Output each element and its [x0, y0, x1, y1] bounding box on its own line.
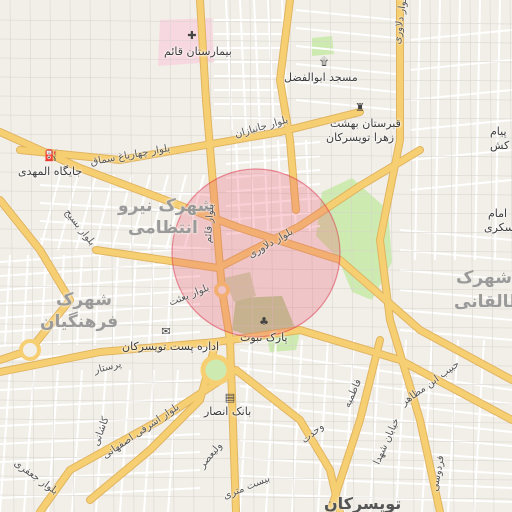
poi-label-post-office[interactable]: اداره پست تویسرکان	[122, 341, 219, 352]
poi-label-cemetery-2[interactable]: زهرا تویسرکان	[326, 132, 394, 143]
poi-label-hospital[interactable]: بیمارستان قائم	[164, 46, 232, 57]
park-tree-icon[interactable]: ♣	[258, 316, 270, 328]
street	[429, 0, 435, 512]
poi-label-bank[interactable]: بانک انصار	[204, 406, 251, 417]
district-label-entezami: انتظامی	[128, 218, 198, 238]
street	[0, 76, 512, 82]
street	[409, 29, 512, 41]
cemetery-icon[interactable]: ♜	[354, 102, 366, 114]
street	[23, 369, 35, 512]
district-label-taleghani: طالقانی	[454, 292, 512, 312]
poi-label-payam-2[interactable]: کش	[490, 140, 509, 151]
street	[0, 361, 512, 367]
street	[0, 369, 11, 512]
street	[130, 254, 137, 346]
poi-label-payam[interactable]: پیام	[490, 126, 507, 137]
street	[295, 9, 397, 21]
street	[49, 0, 55, 512]
street	[434, 0, 441, 261]
street	[295, 45, 397, 57]
street	[0, 379, 201, 391]
post-office-icon[interactable]: ✉	[160, 326, 172, 338]
fuel-station-icon[interactable]: ⛽	[44, 150, 58, 162]
district-label-niroo: شهرک نیرو	[118, 196, 215, 216]
street	[409, 89, 512, 101]
hospital-cross-icon[interactable]: ✚	[186, 30, 198, 42]
bank-icon[interactable]: ▤	[224, 392, 236, 404]
poi-label-park[interactable]: پارک نبوت	[240, 332, 288, 343]
district-label-shahrak-taleghani: شهرک	[456, 268, 512, 288]
poi-label-mosque[interactable]: مسجد ابوالفضل	[284, 72, 358, 83]
poi-label-cemetery[interactable]: قبرستان بهشت	[330, 118, 401, 129]
street	[474, 0, 481, 261]
poi-label-gas-station[interactable]: جایگاه المهدی	[18, 166, 82, 177]
street	[489, 0, 495, 512]
roundabout	[200, 354, 232, 386]
poi-label-imam-2[interactable]: سکری	[484, 222, 512, 233]
city-label-tuyserkan: تویسرکان	[324, 494, 402, 512]
street	[239, 475, 512, 489]
map-view[interactable]: شهرک نیرو انتظامی شهرک فرهنگیان شهرک طال…	[0, 0, 512, 512]
street	[29, 0, 35, 512]
street	[148, 254, 155, 346]
mosque-icon[interactable]: ۩	[318, 56, 330, 68]
street	[409, 0, 415, 512]
street	[93, 174, 115, 251]
street	[22, 254, 29, 346]
district-label-farhangian: فرهنگیان	[40, 312, 119, 332]
roundabout	[19, 339, 41, 361]
district-label-shahrak-farhangian: شهرک	[56, 290, 112, 310]
street	[454, 0, 461, 261]
green-area-small	[312, 36, 334, 56]
street	[295, 27, 397, 39]
poi-label-imam[interactable]: امام	[488, 208, 507, 219]
